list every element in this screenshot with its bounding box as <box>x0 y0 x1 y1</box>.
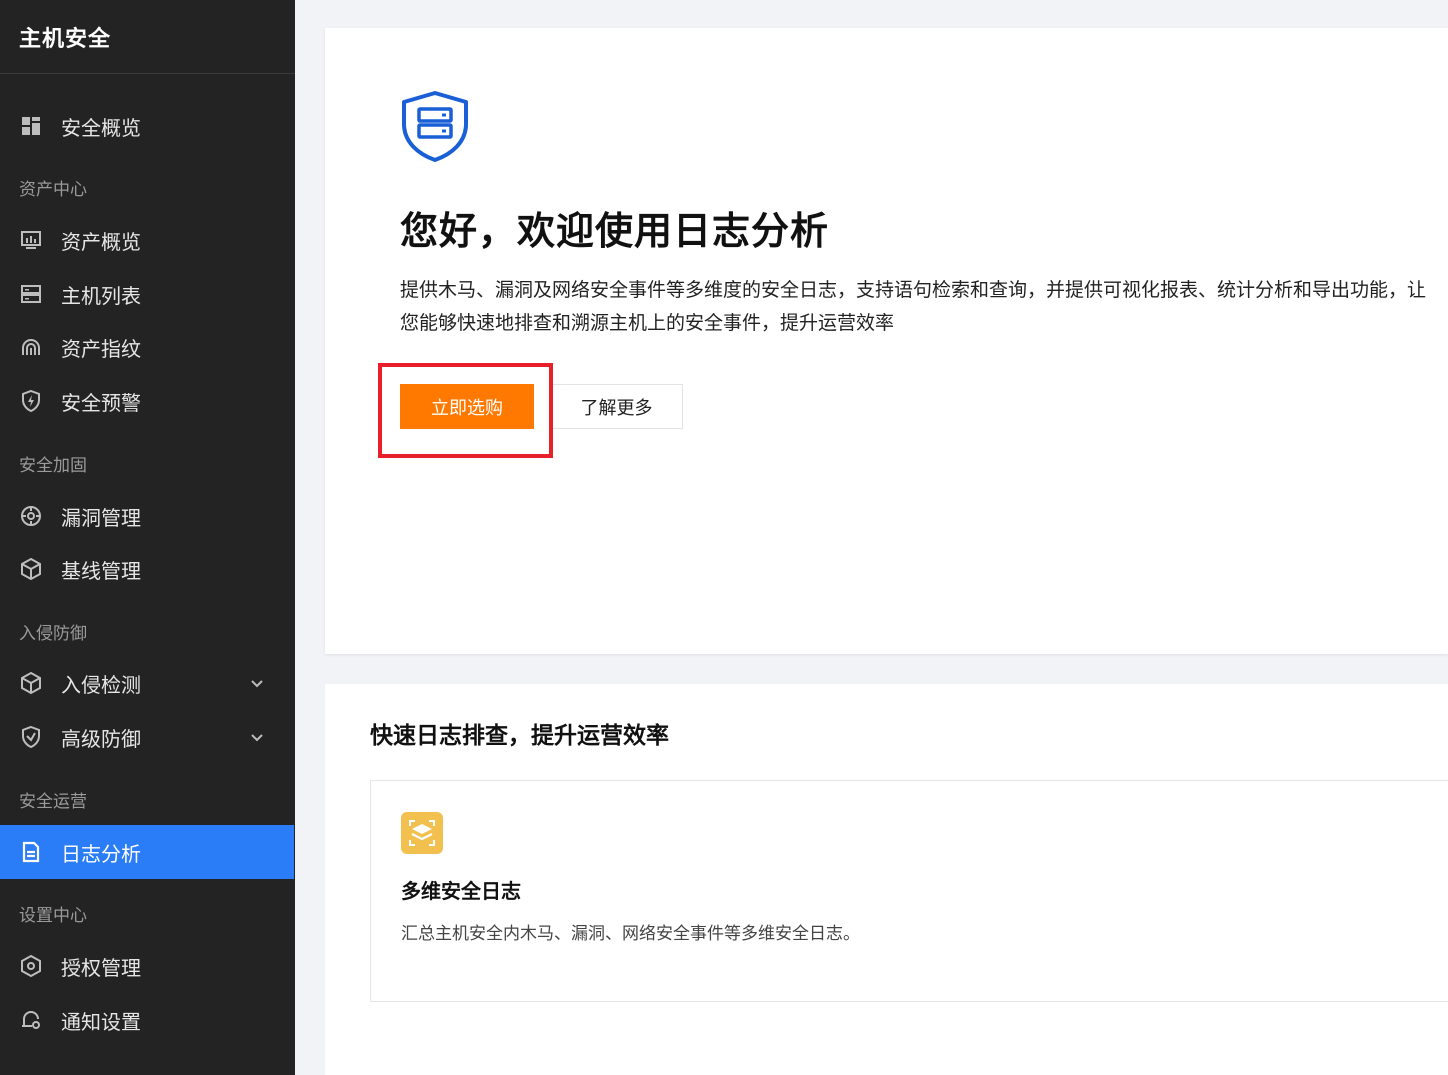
license-icon <box>19 954 43 978</box>
feature-description: 汇总主机安全内木马、漏洞、网络安全事件等多维安全日志。 <box>401 924 860 944</box>
hero-description: 提供木马、漏洞及网络安全事件等多维度的安全日志，支持语句检索和查询，并提供可视化… <box>400 279 1427 334</box>
sidebar-item-license-management[interactable]: 授权管理 <box>0 939 295 993</box>
sidebar-title: 主机安全 <box>0 0 295 74</box>
hero-card: 您好，欢迎使用日志分析 提供木马、漏洞及网络安全事件等多维度的安全日志，支持语句… <box>325 28 1448 654</box>
chevron-down-icon[interactable] <box>247 727 267 747</box>
chevron-down-icon[interactable] <box>247 673 267 693</box>
learn-more-button[interactable]: 了解更多 <box>550 384 683 429</box>
feature-heading: 快速日志排查，提升运营效率 <box>370 723 669 749</box>
sidebar-item-label: 基线管理 <box>61 558 141 583</box>
feature-title: 多维安全日志 <box>401 879 521 903</box>
sidebar-item-label: 资产指纹 <box>61 336 141 361</box>
bug-circle-icon <box>19 504 43 528</box>
sidebar-item-security-alert[interactable]: 安全预警 <box>0 374 295 428</box>
sidebar-item-label: 通知设置 <box>61 1009 141 1034</box>
monitor-chart-icon <box>19 228 43 252</box>
sidebar-item-label: 高级防御 <box>61 726 141 751</box>
sidebar-item-vulnerability-management[interactable]: 漏洞管理 <box>0 489 295 543</box>
box-icon <box>19 671 43 695</box>
sidebar-section-intrusion-defense: 入侵防御 <box>19 624 87 644</box>
sidebar-item-security-overview[interactable]: 安全概览 <box>0 99 295 153</box>
fingerprint-icon <box>19 335 43 359</box>
document-icon <box>19 840 43 864</box>
page-title: 您好，欢迎使用日志分析 <box>400 209 830 253</box>
sidebar-item-notification-settings[interactable]: 通知设置 <box>0 993 295 1047</box>
sidebar-item-label: 日志分析 <box>61 841 141 866</box>
sidebar-item-intrusion-detection[interactable]: 入侵检测 <box>0 656 295 710</box>
sidebar-section-asset-center: 资产中心 <box>19 180 87 200</box>
sidebar-item-label: 授权管理 <box>61 955 141 980</box>
sidebar-item-asset-fingerprint[interactable]: 资产指纹 <box>0 320 295 374</box>
sidebar-item-log-analysis[interactable]: 日志分析 <box>0 825 294 879</box>
cube-icon <box>19 557 43 581</box>
sidebar-item-label: 安全预警 <box>61 390 141 415</box>
shield-lightning-icon <box>19 389 43 413</box>
layers-icon <box>401 812 443 854</box>
sidebar-item-asset-overview[interactable]: 资产概览 <box>0 213 295 267</box>
sidebar-item-label: 漏洞管理 <box>61 505 141 530</box>
dashboard-grid-icon <box>19 114 43 138</box>
sidebar-item-advanced-defense[interactable]: 高级防御 <box>0 710 295 764</box>
sidebar-item-label: 入侵检测 <box>61 672 141 697</box>
feature-item: 多维安全日志 汇总主机安全内木马、漏洞、网络安全事件等多维安全日志。 <box>370 780 1448 1002</box>
sidebar-item-label: 主机列表 <box>61 283 141 308</box>
sidebar-item-label: 安全概览 <box>61 115 141 140</box>
sidebar-item-label: 资产概览 <box>61 229 141 254</box>
notification-gear-icon <box>19 1008 43 1032</box>
main-content: 您好，欢迎使用日志分析 提供木马、漏洞及网络安全事件等多维度的安全日志，支持语句… <box>295 0 1448 1075</box>
sidebar-section-security-operations: 安全运营 <box>19 792 87 812</box>
sidebar-item-host-list[interactable]: 主机列表 <box>0 267 295 321</box>
sidebar-section-security-hardening: 安全加固 <box>19 456 87 476</box>
app: 主机安全 安全概览 资产中心 资产概览 主机列表 资产指纹 安全预警 安全加固 … <box>0 0 1448 1075</box>
feature-section: 快速日志排查，提升运营效率 多维安全日志 汇总主机安全内木马、漏洞、网络安全事件… <box>325 684 1448 1075</box>
sidebar-section-settings-center: 设置中心 <box>19 906 87 926</box>
sidebar: 主机安全 安全概览 资产中心 资产概览 主机列表 资产指纹 安全预警 安全加固 … <box>0 0 295 1075</box>
buy-now-button[interactable]: 立即选购 <box>400 384 534 429</box>
server-list-icon <box>19 282 43 306</box>
shield-server-icon <box>400 90 470 162</box>
shield-check-icon <box>19 725 43 749</box>
sidebar-item-baseline-management[interactable]: 基线管理 <box>0 542 295 596</box>
